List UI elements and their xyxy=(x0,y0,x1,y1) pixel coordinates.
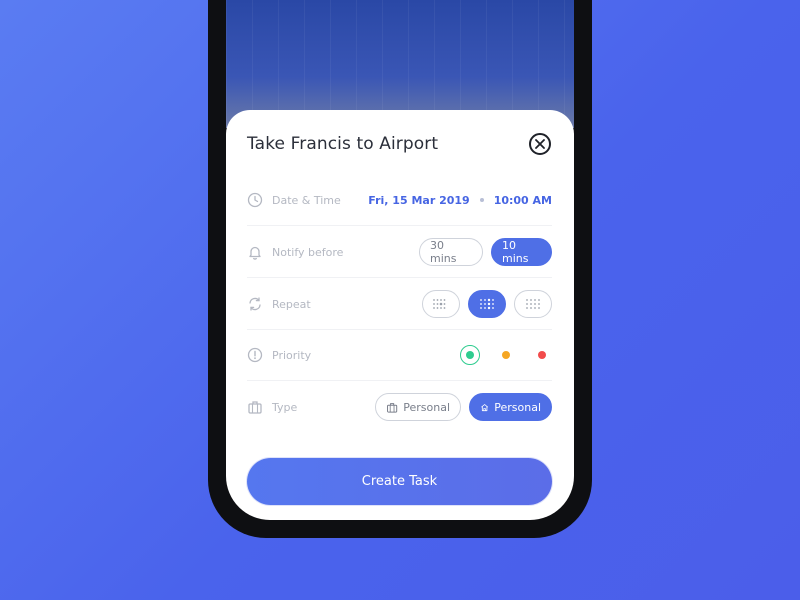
type-label: Type xyxy=(272,400,298,414)
row-priority: Priority xyxy=(247,329,552,381)
priority-option-green[interactable] xyxy=(460,345,480,365)
home-icon xyxy=(481,403,489,411)
background-image xyxy=(226,0,574,128)
priority-dot xyxy=(502,351,510,359)
bell-icon xyxy=(247,244,263,260)
row-repeat: Repeat xyxy=(247,278,552,330)
repeat-pattern-2-icon xyxy=(480,298,494,310)
repeat-icon xyxy=(247,296,263,312)
notify-before-label: Notify before xyxy=(272,245,344,259)
repeat-option-3[interactable] xyxy=(514,290,552,318)
type-option-personal[interactable]: Personal xyxy=(469,393,552,421)
close-icon xyxy=(535,139,545,149)
repeat-label: Repeat xyxy=(272,297,311,311)
repeat-pattern-1-icon xyxy=(433,299,446,309)
clock-icon xyxy=(247,192,263,208)
time-value[interactable]: 10:00 AM xyxy=(494,194,552,207)
priority-dot xyxy=(538,351,546,359)
notify-option-10-mins[interactable]: 10 mins xyxy=(491,238,552,266)
task-sheet: Take Francis to Airport Date & Time Fri,… xyxy=(226,110,574,520)
row-date-time[interactable]: Date & Time Fri, 15 Mar 2019 10:00 AM xyxy=(247,174,552,226)
separator-dot xyxy=(479,198,484,202)
row-type: Type Personal Personal xyxy=(247,381,552,433)
type-option-work[interactable]: Personal xyxy=(375,393,461,421)
briefcase-icon xyxy=(247,399,263,415)
task-title: Take Francis to Airport xyxy=(247,134,439,154)
priority-option-red[interactable] xyxy=(532,345,552,365)
date-time-label: Date & Time xyxy=(272,193,341,207)
alert-circle-icon xyxy=(247,347,263,363)
repeat-option-1[interactable] xyxy=(422,290,460,318)
priority-label: Priority xyxy=(272,348,312,362)
close-button[interactable] xyxy=(529,133,551,155)
create-task-button[interactable]: Create Task xyxy=(247,458,552,505)
repeat-pattern-3-icon xyxy=(526,299,540,309)
type-option-label: Personal xyxy=(403,400,450,414)
notify-option-30-mins[interactable]: 30 mins xyxy=(419,238,483,266)
row-notify-before: Notify before 30 mins 10 mins xyxy=(247,226,552,278)
priority-option-orange[interactable] xyxy=(496,345,516,365)
type-option-label: Personal xyxy=(494,400,541,414)
briefcase-icon xyxy=(387,402,398,413)
priority-dot xyxy=(466,351,474,359)
repeat-option-2[interactable] xyxy=(468,290,506,318)
date-value[interactable]: Fri, 15 Mar 2019 xyxy=(368,194,469,207)
